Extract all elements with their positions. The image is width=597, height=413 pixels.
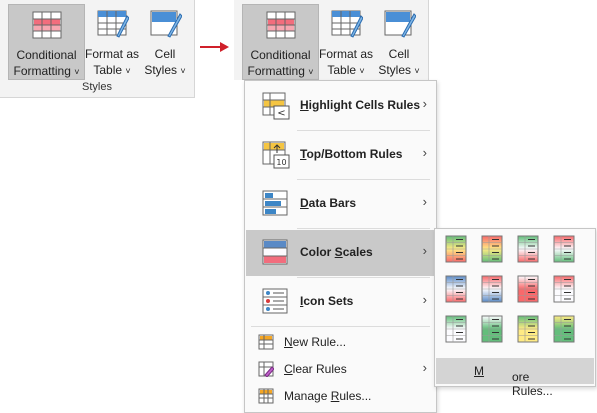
color-scale-swatch[interactable] [481, 275, 503, 303]
chevron-right-icon: › [422, 96, 427, 111]
chevron-right-icon: › [422, 292, 427, 307]
color-scale-swatch[interactable] [445, 315, 467, 343]
color-scale-swatch[interactable] [517, 275, 539, 303]
button-label-line2: Styles [378, 63, 412, 77]
chevron-right-icon: › [422, 145, 427, 160]
menu-separator [297, 277, 430, 278]
chevron-down-icon: ˅ [308, 67, 314, 77]
chevron-right-icon: › [422, 243, 427, 258]
cell-styles-icon [150, 10, 183, 38]
menu-item-label: Top/Bottom Rules [300, 147, 403, 161]
format-as-table-button[interactable]: Format as Table ˅ [84, 4, 140, 78]
conditional-formatting-button[interactable]: Conditional Formatting ˅ [242, 4, 319, 80]
cell-styles-button[interactable]: Cell Styles ˅ [141, 4, 189, 78]
highlight-cells-rules-icon: < [262, 92, 290, 120]
menu-item-new-rule[interactable]: New Rule... [246, 329, 435, 355]
menu-item-highlight-cells-rules[interactable]: < Highlight Cells Rules › [246, 83, 435, 129]
format-as-table-icon [97, 10, 130, 38]
menu-item-label: Clear Rules [284, 362, 347, 376]
icon-sets-icon [262, 288, 288, 314]
chevron-down-icon: ˅ [125, 66, 131, 76]
more-rules-label: More Rules... [474, 364, 553, 398]
button-label-line2: Table [93, 63, 123, 77]
color-scale-swatch[interactable] [481, 235, 503, 263]
button-label-line2: Formatting [13, 64, 71, 78]
menu-separator [251, 326, 430, 327]
button-label-line1: Cell [388, 47, 410, 61]
group-label: Styles [82, 81, 112, 93]
chevron-right-icon: › [422, 194, 427, 209]
button-label-line1: Conditional [16, 48, 77, 62]
cell-styles-button[interactable]: Cell Styles ˅ [375, 4, 423, 78]
button-label-line2: Table [327, 63, 357, 77]
menu-item-label: New Rule... [284, 335, 347, 349]
chevron-down-icon: ˅ [74, 67, 80, 77]
menu-item-label: Highlight Cells Rules [300, 98, 421, 112]
menu-item-label: Data Bars [300, 196, 357, 210]
format-as-table-button[interactable]: Format as Table ˅ [318, 4, 374, 78]
color-scale-swatch[interactable] [445, 235, 467, 263]
chevron-down-icon: ˅ [180, 66, 186, 76]
color-scales-submenu: More Rules... [434, 228, 596, 398]
color-scale-swatch[interactable] [445, 275, 467, 303]
color-scale-swatch[interactable] [481, 315, 503, 343]
clear-rules-icon [258, 361, 274, 377]
menu-separator [297, 130, 430, 131]
chevron-down-icon: ˅ [414, 66, 420, 76]
button-label-line1: Format as [318, 47, 373, 61]
menu-item-label: Manage Rules... [284, 389, 372, 403]
menu-item-icon-sets[interactable]: Icon Sets › [246, 279, 435, 325]
button-label-line2: Styles [144, 63, 178, 77]
conditional-formatting-icon [266, 11, 295, 39]
menu-separator [297, 228, 430, 229]
red-arrow-icon [200, 42, 229, 52]
color-scale-swatch[interactable] [517, 235, 539, 263]
menu-item-data-bars[interactable]: Data Bars › [246, 181, 435, 227]
svg-text:<: < [277, 108, 285, 119]
styles-group-left: Conditional Formatting ˅ Format as Table… [0, 0, 195, 98]
top-bottom-rules-icon: 10 [262, 141, 290, 169]
format-as-table-icon [331, 10, 364, 38]
more-rules-button[interactable]: More Rules... [436, 358, 594, 398]
button-label-line1: Cell [154, 47, 176, 61]
menu-item-label: Icon Sets [300, 294, 354, 308]
conditional-formatting-icon [32, 11, 61, 39]
color-scale-swatch[interactable] [553, 275, 575, 303]
button-label-line1: Format as [84, 47, 139, 61]
conditional-formatting-button[interactable]: Conditional Formatting ˅ [8, 4, 85, 80]
menu-item-manage-rules[interactable]: Manage Rules... [246, 383, 435, 409]
menu-item-label: Color Scales [300, 245, 373, 259]
color-scale-swatch[interactable] [517, 315, 539, 343]
manage-rules-icon [258, 388, 274, 404]
button-label-line1: Conditional [250, 48, 311, 62]
menu-item-color-scales[interactable]: Color Scales › [246, 230, 435, 276]
menu-item-top-bottom-rules[interactable]: 10 Top/Bottom Rules › [246, 132, 435, 178]
menu-item-clear-rules[interactable]: Clear Rules › [246, 356, 435, 382]
chevron-right-icon: › [422, 360, 427, 375]
data-bars-icon [262, 190, 288, 216]
styles-group-right: Conditional Formatting ˅ Format as Table… [234, 0, 429, 80]
new-rule-icon [258, 334, 274, 350]
color-scale-swatch[interactable] [553, 235, 575, 263]
conditional-formatting-menu: < Highlight Cells Rules › 10 Top/Bottom … [244, 80, 437, 413]
color-scales-icon [262, 239, 288, 265]
color-scale-swatch[interactable] [553, 315, 575, 343]
cell-styles-icon [384, 10, 417, 38]
menu-separator [297, 179, 430, 180]
svg-text:10: 10 [276, 158, 286, 167]
chevron-down-icon: ˅ [359, 66, 365, 76]
button-label-line2: Formatting [247, 64, 305, 78]
